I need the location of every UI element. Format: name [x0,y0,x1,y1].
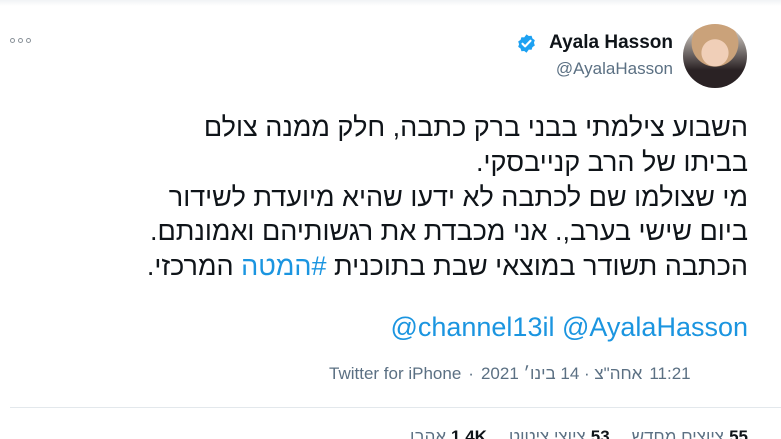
likes-label: אהבו [410,427,447,439]
avatar[interactable] [683,24,747,88]
top-divider [0,0,781,6]
mention-link-ayala[interactable]: @AyalaHasson [562,312,748,342]
retweets-stat[interactable]: 55 ציוצים מחדש [632,427,748,439]
tweet-line: בביתו של הרב קנייבסקי. [475,146,748,177]
retweets-label: ציוצים מחדש [631,427,725,439]
likes-count: 1.4K [451,427,487,439]
author-name[interactable]: Ayala Hasson [549,32,673,54]
tweet-line: ביום שישי בערב,. אני מכבדת את רגשותיהם ו… [149,216,748,247]
quotes-count: 53 [590,427,610,439]
author-handle[interactable]: @AyalaHasson [556,59,673,79]
tweet-card: Ayala Hasson @AyalaHasson השבוע צילמתי ב… [0,0,781,439]
tweet-meta: Twitter for iPhone · אחה"צ · 14 בינו׳ 20… [329,364,691,384]
tweet-time[interactable]: 11:21 [649,364,690,384]
tweet-text: השבוע צילמתי בבני ברק כתבה, חלק ממנה צול… [13,110,748,284]
tweet-source[interactable]: Twitter for iPhone [329,364,461,384]
more-options-icon[interactable] [10,33,36,47]
tweet-date[interactable]: אחה"צ · 14 בינו׳ 2021 [481,364,642,384]
likes-stat[interactable]: 1.4K אהבו [410,427,487,439]
tweet-line-prefix: הכתבה תשודר במוצאי שבת בתוכנית [326,251,748,282]
mentions: @channel13il @AyalaHasson [390,310,748,344]
tweet-line: השבוע צילמתי בבני ברק כתבה, חלק ממנה צול… [203,112,748,142]
quotes-label: ציוצי ציטוט [508,427,586,439]
tweet-stats: 55 ציוצים מחדש 53 ציוצי ציטוט 1.4K אהבו [410,427,748,439]
mention-link-channel13[interactable]: @channel13il [390,312,554,342]
tweet-line-suffix: המרכזי. [146,251,242,282]
tweet-line: מי שצולמו שם לכתבה לא ידעו שהיא מיועדת ל… [168,181,748,212]
retweets-count: 55 [729,427,748,439]
meta-separator: · [468,364,474,383]
quotes-stat[interactable]: 53 ציוצי ציטוט [509,427,610,439]
stats-divider [10,407,781,408]
hashtag-link[interactable]: #המטה [241,251,326,281]
tweet-line: הכתבה תשודר במוצאי שבת בתוכנית #המטה המר… [13,249,748,284]
verified-badge-icon [518,34,535,53]
